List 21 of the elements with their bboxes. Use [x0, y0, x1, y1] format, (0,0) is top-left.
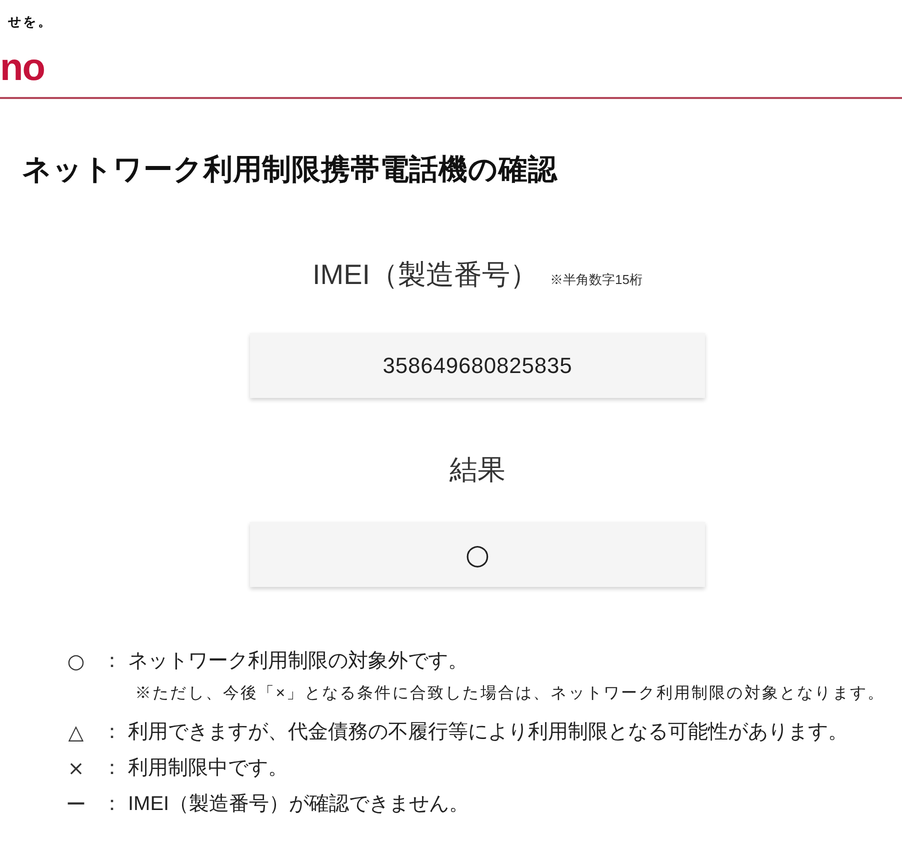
imei-input[interactable]: 358649680825835	[250, 333, 705, 398]
legend-colon: ：	[102, 792, 122, 817]
legend-text: IMEI（製造番号）が確認できません。	[128, 792, 470, 817]
logo: no	[0, 52, 44, 84]
page-title: ネットワーク利用制限携帯電話機の確認	[22, 153, 558, 188]
legend-text: ネットワーク利用制限の対象外です。	[128, 649, 468, 674]
legend-note: ※ただし、今後「×」となる条件に合致した場合は、ネットワーク利用制限の対象となります。	[135, 684, 886, 704]
result-field: ○	[250, 522, 705, 587]
legend-text: 利用制限中です。	[128, 756, 288, 781]
result-label: 結果	[450, 453, 506, 487]
imei-note: ※半角数字15桁	[550, 272, 643, 288]
legend-symbol: ×	[66, 755, 86, 782]
legend-colon: ：	[102, 756, 122, 781]
legend-symbol: △	[67, 719, 85, 746]
imei-label: IMEI（製造番号）	[312, 258, 538, 292]
legend-text: 利用できますが、代金債務の不履行等により利用制限となる可能性があります。	[128, 720, 848, 745]
legend-symbol: ○	[66, 648, 86, 675]
tagline-text: せを。	[7, 14, 53, 30]
legend-colon: ：	[102, 649, 122, 674]
legend-symbol: ー	[65, 791, 87, 818]
legend-colon: ：	[102, 720, 122, 745]
